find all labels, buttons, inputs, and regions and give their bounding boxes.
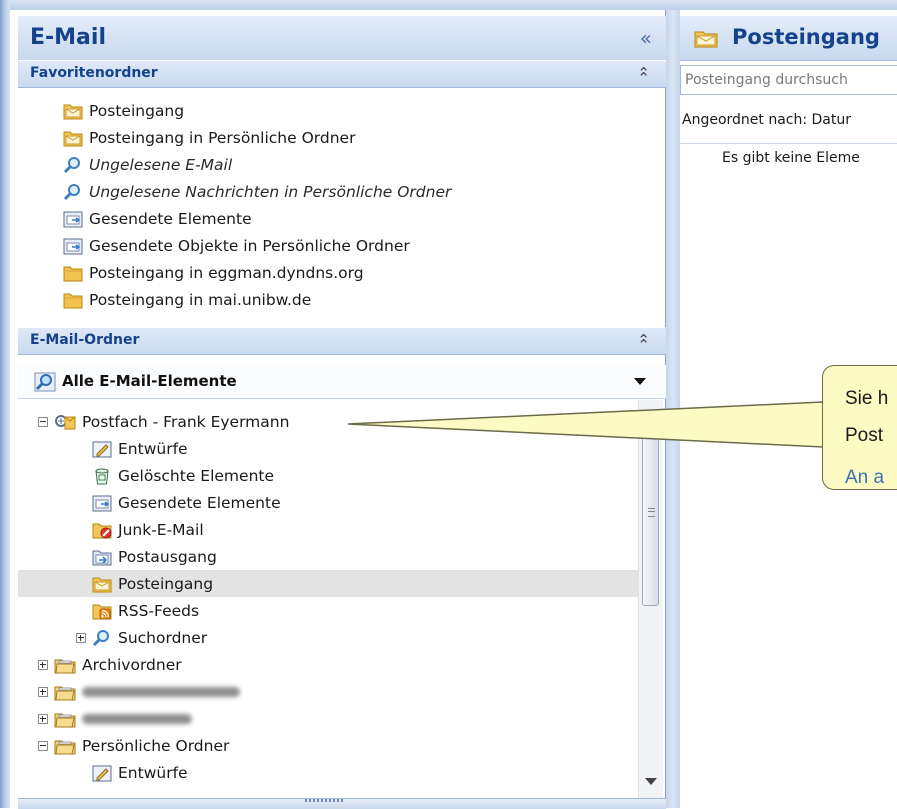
callout-line-2: Post [845, 425, 884, 446]
callout-line-1: Sie h [845, 388, 889, 409]
callout-pointer [347, 401, 824, 448]
callout-link[interactable]: An a [845, 467, 884, 489]
callout-layer: Sie h Post An a [0, 0, 897, 808]
callout-bubble: Sie h Post An a [822, 365, 897, 490]
